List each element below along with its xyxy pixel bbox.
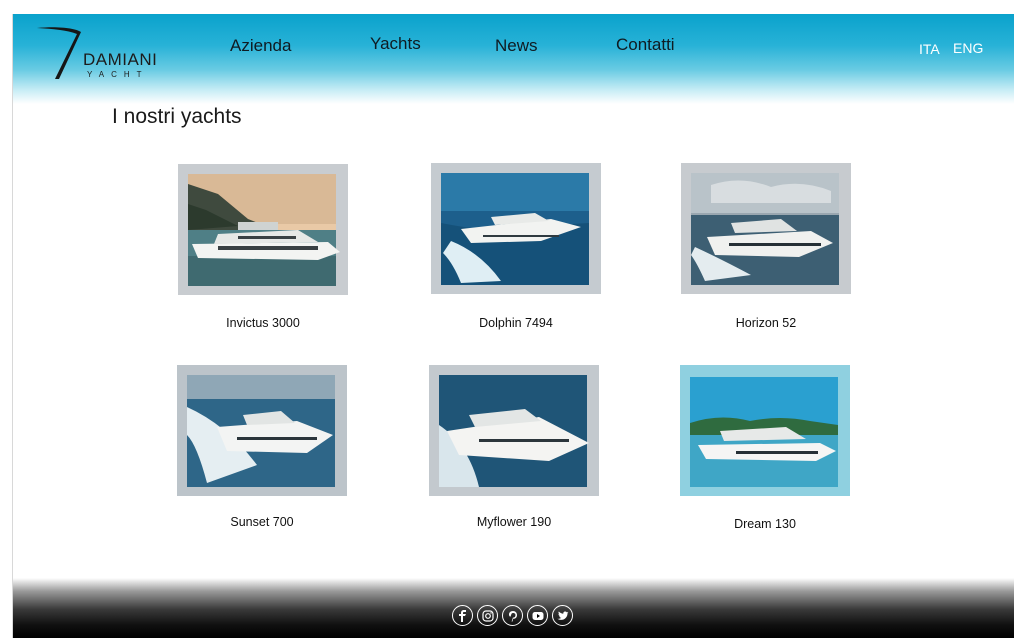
yacht-card-sunset[interactable]: Sunset 700	[177, 365, 349, 529]
yacht-name[interactable]: Sunset 700	[177, 515, 347, 529]
yacht-photo-image	[177, 365, 347, 496]
page-title: I nostri yachts	[112, 105, 242, 128]
page-border	[12, 14, 13, 638]
brand-name: DAMIANI	[83, 50, 158, 69]
nav-item-azienda[interactable]: Azienda	[230, 36, 291, 56]
facebook-icon[interactable]	[452, 605, 473, 626]
youtube-icon[interactable]	[527, 605, 548, 626]
yacht-photo-image	[431, 163, 601, 294]
twitter-icon[interactable]	[552, 605, 573, 626]
nav-item-news[interactable]: News	[495, 36, 538, 56]
yacht-photo-image	[680, 365, 850, 496]
yacht-card-dolphin[interactable]: Dolphin 7494	[431, 163, 603, 330]
social-links	[452, 605, 573, 626]
brand-subtitle: YACHT	[87, 70, 149, 79]
brand-logo[interactable]: DAMIANI YACHT	[35, 24, 195, 84]
yacht-name[interactable]: Myflower 190	[429, 515, 599, 529]
yacht-card-myflower[interactable]: Myflower 190	[429, 365, 601, 529]
yacht-name[interactable]: Invictus 3000	[178, 316, 348, 330]
yacht-name[interactable]: Dream 130	[680, 517, 850, 531]
lang-ita-link[interactable]: ITA	[919, 41, 940, 57]
yacht-photo-image	[178, 164, 348, 295]
yacht-photo-image	[681, 163, 851, 294]
nav-item-contatti[interactable]: Contatti	[616, 35, 675, 55]
yacht-name[interactable]: Horizon 52	[681, 316, 851, 330]
yacht-card-dream[interactable]: Dream 130	[680, 365, 852, 531]
yacht-photo[interactable]	[178, 164, 348, 295]
lang-eng-link[interactable]: ENG	[953, 40, 983, 56]
yacht-photo[interactable]	[431, 163, 601, 294]
pinterest-icon[interactable]	[502, 605, 523, 626]
yacht-photo[interactable]	[177, 365, 347, 496]
yacht-photo[interactable]	[429, 365, 599, 496]
yacht-card-horizon[interactable]: Horizon 52	[681, 163, 853, 330]
nav-item-yachts[interactable]: Yachts	[370, 34, 421, 54]
yacht-name[interactable]: Dolphin 7494	[431, 316, 601, 330]
instagram-icon[interactable]	[477, 605, 498, 626]
yacht-photo-image	[429, 365, 599, 496]
yacht-photo[interactable]	[681, 163, 851, 294]
yacht-card-invictus[interactable]: Invictus 3000	[178, 164, 350, 330]
header: DAMIANI YACHT Azienda Yachts News Contat…	[13, 14, 1014, 104]
yacht-photo[interactable]	[680, 365, 850, 496]
